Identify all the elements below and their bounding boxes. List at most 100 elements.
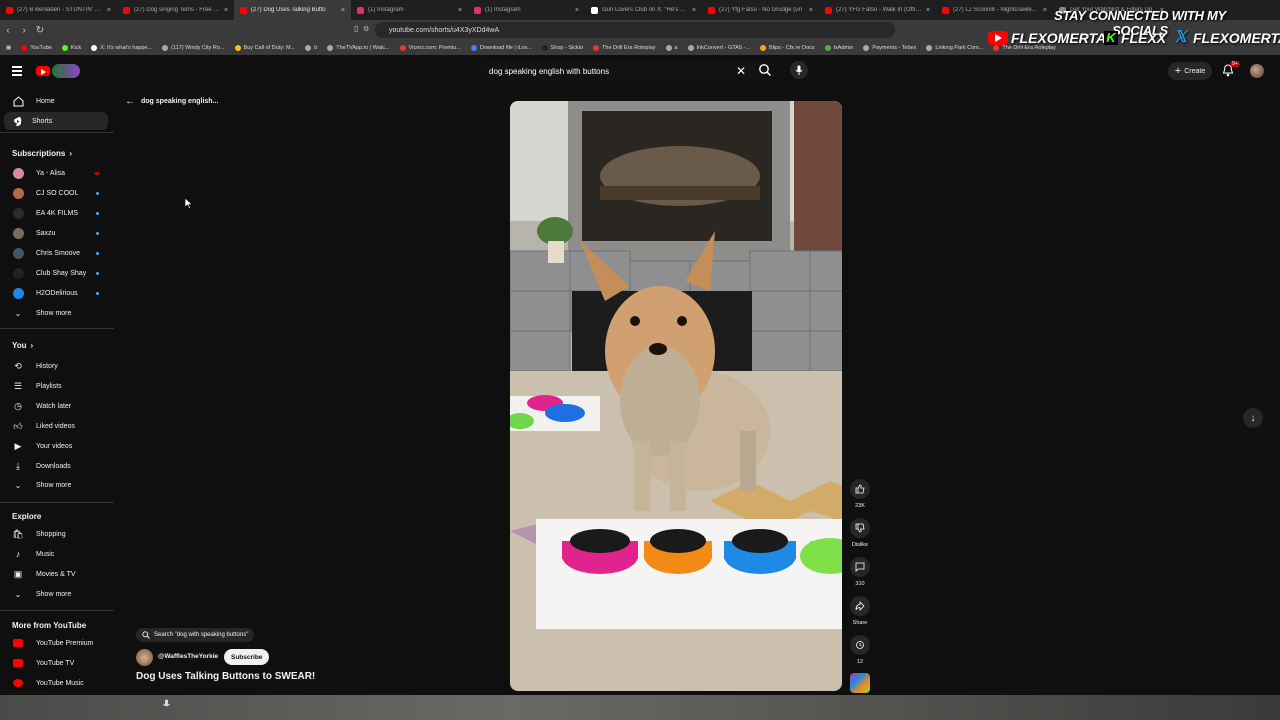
reload-icon[interactable]: ↻ xyxy=(32,25,48,36)
bookmark-item[interactable]: (117) Windy City Ro... xyxy=(162,44,225,51)
sidebar-item-you[interactable]: ☰ Playlists xyxy=(0,377,108,395)
bookmark-favicon-icon xyxy=(399,44,406,51)
create-button[interactable]: + Create xyxy=(1168,62,1212,80)
bookmark-item[interactable]: b xyxy=(305,44,317,51)
close-tab-icon[interactable]: × xyxy=(341,7,345,14)
sidebar-item-you[interactable]: ⤓ Downloads xyxy=(0,457,108,475)
close-tab-icon[interactable]: × xyxy=(692,7,696,14)
subscription-item[interactable]: Saxzu xyxy=(0,224,108,242)
bookmark-item[interactable]: InkConvert - GTA5 -... xyxy=(687,44,750,51)
sidebar-item-you[interactable]: 👍︎ Liked videos xyxy=(0,417,108,435)
back-to-search-button[interactable]: ← dog speaking english... xyxy=(125,96,218,107)
subscriptions-heading[interactable]: Subscriptions › xyxy=(12,149,72,158)
browser-tab[interactable]: (27) YFG Fatso - Walk In (Official M × xyxy=(819,0,936,20)
clear-search-icon[interactable]: ✕ xyxy=(736,64,746,78)
sidebar-item-more[interactable]: YouTube TV xyxy=(0,654,108,672)
bookmark-item[interactable]: Kick xyxy=(61,44,81,51)
back-icon[interactable]: ‹ xyxy=(0,25,16,36)
explore-show-more[interactable]: ⌄ Show more xyxy=(0,585,108,603)
apps-grid-icon[interactable]: ▦ xyxy=(6,45,11,51)
search-suggestion-chip[interactable]: Search "dog with speaking buttons" xyxy=(136,628,255,642)
subscriptions-show-more[interactable]: ⌄ Show more xyxy=(0,304,108,322)
notifications-button[interactable]: 9+ xyxy=(1222,61,1240,82)
browser-tab[interactable]: Gun Lovers Club on X: "He's runni × xyxy=(585,0,702,20)
browser-tab[interactable]: (27) LJ Scooni8 - Nightcrawler (Of × xyxy=(936,0,1053,20)
account-avatar[interactable] xyxy=(1250,64,1264,78)
bookmark-item[interactable]: Vicrez.com: Premiu... xyxy=(399,44,461,51)
sidebar-item-more[interactable]: YouTube Music xyxy=(0,674,108,692)
subscription-item[interactable]: Chris Smoove xyxy=(0,244,108,262)
bookmark-item[interactable]: Linking Park Com... xyxy=(926,44,983,51)
subscription-item[interactable]: Ya - Alisa xyxy=(0,164,108,182)
hamburger-menu-icon[interactable] xyxy=(12,66,22,76)
address-bar[interactable]: ⚙ youtube.com/shorts/u4X3yXDd4wA xyxy=(363,22,895,38)
subscription-item[interactable]: H2ODelirious xyxy=(0,284,108,302)
bookmark-item[interactable]: Buy Call of Duty: M... xyxy=(234,44,295,51)
bookmark-item[interactable]: YouTube xyxy=(21,44,52,51)
search-input[interactable]: dog speaking english with buttons xyxy=(480,61,756,81)
sidebar-item-home[interactable]: Home xyxy=(0,92,108,110)
subscription-item[interactable]: EA 4K FILMS xyxy=(0,204,108,222)
search-button[interactable] xyxy=(758,63,772,82)
subscription-item[interactable]: CJ SO COOL xyxy=(0,184,108,202)
close-tab-icon[interactable]: × xyxy=(809,7,813,14)
you-show-more[interactable]: ⌄ Show more xyxy=(0,476,108,494)
youtube-premium-icon xyxy=(13,639,23,647)
site-info-icon[interactable]: ⚙ xyxy=(363,25,369,33)
browser-tab[interactable]: (1) Instagram × xyxy=(351,0,468,20)
bookmark-item[interactable]: Payments - Tebex xyxy=(863,44,917,51)
sidebar-item-label: Liked videos xyxy=(36,422,75,430)
bookmark-item[interactable]: txAdmin xyxy=(824,44,853,51)
bookmark-favicon-icon xyxy=(863,44,870,51)
close-tab-icon[interactable]: × xyxy=(926,7,930,14)
browser-tab[interactable]: (27) Dog Uses Talking Butto × xyxy=(234,0,351,20)
bookmark-item[interactable]: TheTVApp.to | Watc... xyxy=(327,44,390,51)
bookmark-item[interactable]: Download file | iLov... xyxy=(470,44,532,51)
sidebar-item-you[interactable]: ◷ Watch later xyxy=(0,397,108,415)
next-short-button[interactable]: ↓ xyxy=(1243,408,1263,428)
bookmark-star-icon[interactable]: ▯ xyxy=(354,24,358,33)
sidebar-item-shorts[interactable]: Shorts xyxy=(4,112,108,130)
voice-search-button[interactable] xyxy=(790,61,808,79)
close-tab-icon[interactable]: × xyxy=(224,7,228,14)
bookmark-favicon-icon xyxy=(327,44,334,51)
sidebar-item-explore[interactable]: 🛍︎ Shopping xyxy=(0,525,108,543)
channel-name[interactable]: @WafflesTheYorkie xyxy=(158,653,218,660)
close-tab-icon[interactable]: × xyxy=(575,7,579,14)
you-heading[interactable]: You › xyxy=(12,341,33,350)
sidebar-item-label: Show more xyxy=(36,590,72,598)
channel-avatar[interactable] xyxy=(136,649,153,666)
subscription-item[interactable]: Club Shay Shay xyxy=(0,264,108,282)
bookmark-item[interactable]: Shop - Sickio xyxy=(541,44,583,51)
youtube-logo[interactable] xyxy=(36,64,82,78)
dislike-button[interactable]: Dislike xyxy=(848,518,872,548)
bookmark-item[interactable]: a xyxy=(665,44,678,51)
audio-track-thumbnail[interactable] xyxy=(850,673,870,693)
browser-tab[interactable]: (27) B Benladen - STUNTIN' LIKE M × xyxy=(0,0,117,20)
like-button[interactable]: 23K xyxy=(848,479,872,509)
video-frame-dog xyxy=(510,101,842,691)
tab-title: Gun Lovers Club on X: "He's runni xyxy=(602,7,688,13)
sidebar-item-more[interactable]: YouTube Premium xyxy=(0,634,108,652)
sidebar-item-you[interactable]: ⟲ History xyxy=(0,357,108,375)
bookmark-label: Payments - Tebex xyxy=(872,44,917,51)
sidebar-item-you[interactable]: ▶ Your videos xyxy=(0,437,108,455)
share-button[interactable]: Share xyxy=(848,596,872,626)
short-video-player[interactable] xyxy=(510,101,842,691)
comments-button[interactable]: 310 xyxy=(848,557,872,587)
bookmark-item[interactable]: X: It's what's happe... xyxy=(91,44,152,51)
bookmark-item[interactable]: The Drill Era Roleplay xyxy=(593,44,656,51)
bookmark-label: Download file | iLov... xyxy=(479,44,532,51)
browser-tab[interactable]: (1) Instagram × xyxy=(468,0,585,20)
close-tab-icon[interactable]: × xyxy=(458,7,462,14)
sidebar-item-explore[interactable]: ▣ Movies & TV xyxy=(0,565,108,583)
browser-tab[interactable]: (27) Yfg Fatso - No Grudge (un × xyxy=(702,0,819,20)
home-icon xyxy=(0,95,36,107)
forward-icon[interactable]: › xyxy=(16,25,32,36)
subscribe-button[interactable]: Subscribe xyxy=(224,649,270,665)
close-tab-icon[interactable]: × xyxy=(107,7,111,14)
remix-button[interactable]: 12 xyxy=(848,635,872,665)
browser-tab[interactable]: (27) Dog singing Tems - Free Mirro × xyxy=(117,0,234,20)
sidebar-item-explore[interactable]: ♪ Music xyxy=(0,545,108,563)
bookmark-item[interactable]: Blips - Cfx.re Docs xyxy=(759,44,815,51)
